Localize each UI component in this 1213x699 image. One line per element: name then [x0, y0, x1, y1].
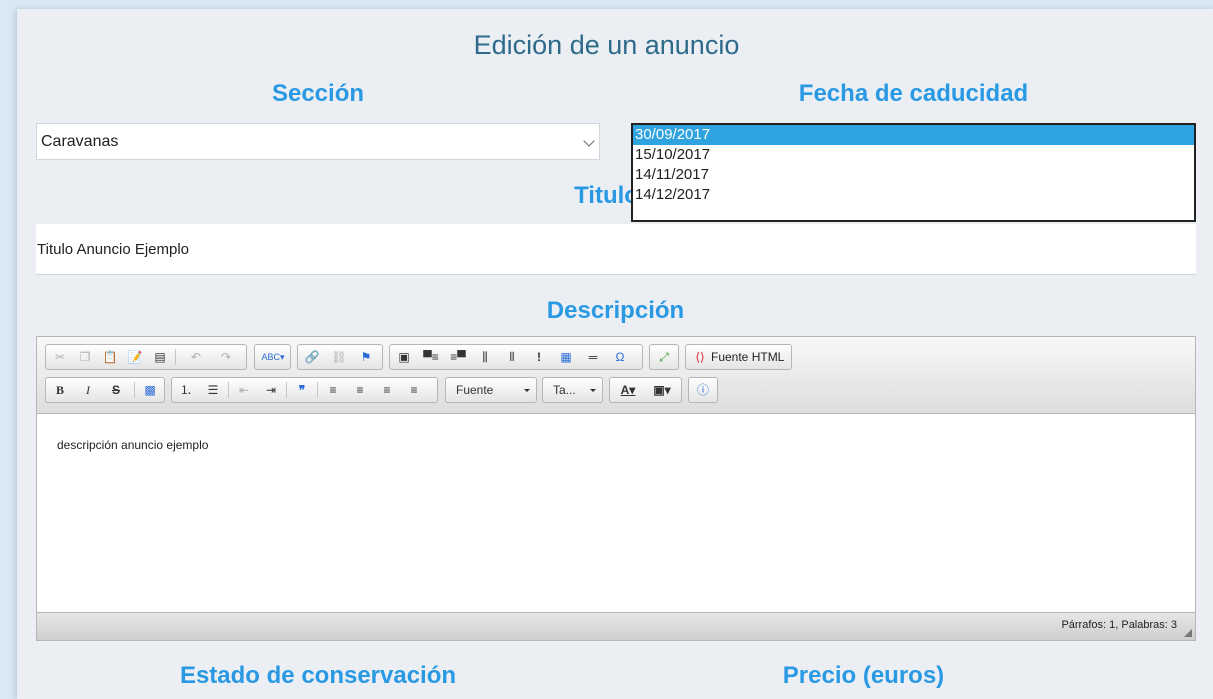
seccion-selected-value: Caravanas — [41, 133, 119, 150]
exclamation-icon[interactable]: ! — [529, 348, 549, 366]
fecha-option[interactable]: 30/09/2017 — [633, 125, 1194, 145]
descripcion-heading: Descripción — [546, 297, 685, 324]
align-left-icon[interactable]: ≡ — [323, 381, 343, 399]
text-color-icon[interactable]: A▾ — [614, 381, 642, 399]
word-count: Párrafos: 1, Palabras: 3 — [1061, 619, 1177, 631]
background-color-icon[interactable]: ▣▾ — [648, 381, 676, 399]
rich-text-editor: ✂ ❐ 📋 📝 ▤ ↶ ↷ ABC▾ 🔗 ⛓ ⚑ ▣ ▀≡ ≡▀ ⫼ ⦀ ! ▦… — [36, 336, 1196, 641]
combo-arrow-icon — [524, 389, 530, 392]
titulo-input[interactable]: Titulo Anuncio Ejemplo — [36, 224, 1196, 275]
image-icon[interactable]: ▣ — [394, 348, 414, 366]
resize-handle-icon[interactable] — [1184, 629, 1192, 637]
remove-format-icon[interactable]: ▩ — [140, 381, 160, 399]
fecha-heading: Fecha de caducidad — [798, 80, 1029, 107]
editor-content[interactable]: descripción anuncio ejemplo — [37, 414, 1195, 612]
toolbar-group-basic-styles: B I S ▩ — [45, 377, 165, 403]
undo-icon[interactable]: ↶ — [186, 348, 206, 366]
toolbar-group-insert: ▣ ▀≡ ≡▀ ⫼ ⦀ ! ▦ ═ Ω — [389, 344, 643, 370]
link-icon[interactable]: 🔗 — [302, 348, 322, 366]
strikethrough-icon[interactable]: S — [106, 381, 126, 399]
bulleted-list-icon[interactable]: ☰ — [203, 381, 223, 399]
special-char-icon[interactable]: Ω — [610, 348, 630, 366]
font-combo[interactable]: Fuente — [445, 377, 537, 403]
fecha-option[interactable]: 14/12/2017 — [633, 185, 1194, 205]
align-center-icon[interactable]: ≡ — [350, 381, 370, 399]
indent-icon[interactable]: ⇥ — [261, 381, 281, 399]
toolbar-group-spellcheck: ABC▾ — [254, 344, 291, 370]
page-title: Edición de un anuncio — [473, 30, 740, 60]
numbered-list-icon[interactable]: ⒈ — [176, 381, 196, 399]
align-block-right-icon[interactable]: ≡▀ — [448, 348, 468, 366]
spellcheck-icon[interactable]: ABC▾ — [259, 348, 287, 366]
anchor-flag-icon[interactable]: ⚑ — [356, 348, 376, 366]
toolbar-group-links: 🔗 ⛓ ⚑ — [297, 344, 383, 370]
columns-2-icon[interactable]: ⫼ — [475, 348, 495, 366]
unlink-icon[interactable]: ⛓ — [329, 348, 349, 366]
align-right-icon[interactable]: ≡ — [377, 381, 397, 399]
paste-word-icon[interactable]: ▤ — [150, 348, 170, 366]
outdent-icon[interactable]: ⇤ — [234, 381, 254, 399]
cut-icon[interactable]: ✂ — [50, 348, 70, 366]
toolbar-group-about: ⓘ — [688, 377, 718, 403]
size-combo[interactable]: Ta... — [542, 377, 603, 403]
seccion-select[interactable]: Caravanas — [36, 123, 600, 160]
copy-icon[interactable]: ❐ — [75, 348, 95, 366]
source-button[interactable]: ⟨⟩ Fuente HTML — [685, 344, 792, 370]
toolbar-group-clipboard: ✂ ❐ 📋 📝 ▤ ↶ ↷ — [45, 344, 247, 370]
italic-icon[interactable]: I — [78, 381, 98, 399]
seccion-heading: Sección — [271, 80, 365, 107]
fecha-option[interactable]: 14/11/2017 — [633, 165, 1194, 185]
toolbar-group-paragraph: ⒈ ☰ ⇤ ⇥ ❞ ≡ ≡ ≡ ≡ — [171, 377, 438, 403]
paste-icon[interactable]: 📋 — [100, 348, 120, 366]
columns-3-icon[interactable]: ⦀ — [502, 348, 522, 366]
horizontal-rule-icon[interactable]: ═ — [583, 348, 603, 366]
editor-statusbar: Párrafos: 1, Palabras: 3 — [37, 612, 1195, 640]
blockquote-icon[interactable]: ❞ — [292, 381, 312, 399]
toolbar-group-maximize: ⤢ — [649, 344, 679, 370]
source-code-icon: ⟨⟩ — [695, 350, 705, 364]
source-button-label: Fuente HTML — [711, 350, 785, 364]
align-block-left-icon[interactable]: ▀≡ — [421, 348, 441, 366]
toolbar-group-colors: A▾ ▣▾ — [609, 377, 682, 403]
fecha-option[interactable]: 15/10/2017 — [633, 145, 1194, 165]
editor-toolbar: ✂ ❐ 📋 📝 ▤ ↶ ↷ ABC▾ 🔗 ⛓ ⚑ ▣ ▀≡ ≡▀ ⫼ ⦀ ! ▦… — [37, 337, 1195, 414]
estado-heading: Estado de conservación — [179, 662, 457, 689]
editor-text: descripción anuncio ejemplo — [57, 438, 209, 452]
combo-arrow-icon — [590, 389, 596, 392]
align-justify-icon[interactable]: ≡ — [404, 381, 424, 399]
font-combo-label: Fuente — [456, 383, 494, 397]
precio-heading: Precio (euros) — [782, 662, 945, 689]
redo-icon[interactable]: ↷ — [216, 348, 236, 366]
maximize-icon[interactable]: ⤢ — [654, 348, 674, 366]
size-combo-label: Ta... — [553, 383, 576, 397]
bold-icon[interactable]: B — [50, 381, 70, 399]
fecha-caducidad-listbox[interactable]: 30/09/2017 15/10/2017 14/11/2017 14/12/2… — [631, 123, 1196, 222]
chevron-down-icon — [583, 135, 595, 147]
paste-text-icon[interactable]: 📝 — [125, 348, 145, 366]
table-icon[interactable]: ▦ — [556, 348, 576, 366]
info-icon[interactable]: ⓘ — [693, 381, 713, 399]
